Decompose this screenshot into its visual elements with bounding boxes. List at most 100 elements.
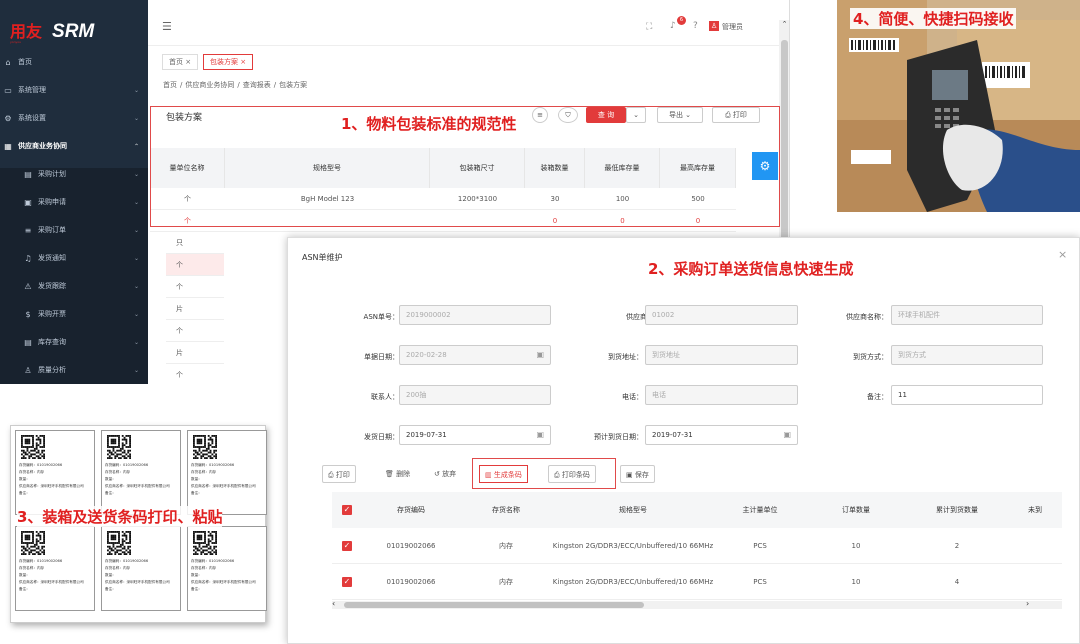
breadcrumb-item[interactable]: 包装方案 — [279, 81, 307, 89]
doc-date-field[interactable]: 2020-02-28 ▣ — [399, 345, 551, 365]
sidebar-item[interactable]: ⌂ 首页 — [0, 52, 148, 72]
contact-field[interactable]: 200抽 — [399, 385, 551, 405]
eta-value: 2019-07-31 — [652, 431, 693, 439]
tab-packaging[interactable]: 包装方案 × — [203, 54, 254, 70]
table-cell[interactable]: PCS — [714, 564, 806, 600]
avatar-icon[interactable]: ♙ — [709, 21, 719, 31]
column-header[interactable]: 存货名称 — [460, 492, 552, 528]
tab-home[interactable]: 首页 × — [162, 54, 199, 70]
sidebar-item[interactable]: ▤ 库存查询 ⌄ — [0, 332, 148, 352]
label-line: 存货名称：内存 — [19, 566, 45, 570]
user-name[interactable]: 管理员 — [722, 22, 743, 32]
contact-label: 联系人： — [371, 393, 399, 401]
doc-date-label: 单据日期： — [364, 353, 399, 361]
dest-field[interactable]: 到货地址 — [645, 345, 798, 365]
label-line: 存货名称：内存 — [191, 470, 217, 474]
nav-icon: ▦ — [4, 141, 12, 151]
asn-no-field[interactable]: 2019000002 — [399, 305, 551, 325]
column-header[interactable]: 累计到货数量 — [906, 492, 1008, 528]
sidebar-item-label: 采购计划 — [38, 170, 66, 178]
method-field[interactable]: 到货方式 — [891, 345, 1043, 365]
logo-app: SRM — [52, 21, 95, 42]
help-icon[interactable]: ? — [693, 21, 698, 31]
breadcrumb: 首页 / 供应商业务协同 / 查询报表 / 包装方案 — [163, 80, 310, 90]
sidebar-item[interactable]: ▣ 采购申请 ⌄ — [0, 192, 148, 212]
vendor-code-field[interactable]: 01002 — [645, 305, 798, 325]
ship-date-value: 2019-07-31 — [406, 431, 447, 439]
bell-icon[interactable]: ♪ — [670, 21, 676, 31]
column-header[interactable]: 存货编码 — [362, 492, 460, 528]
remark-field[interactable]: 11 — [891, 385, 1043, 405]
table-cell[interactable]: 10 — [806, 528, 906, 564]
table-cell[interactable]: 个 — [166, 254, 224, 276]
select-all-checkbox[interactable]: ✓ — [332, 492, 362, 528]
sidebar-item[interactable]: ♙ 质量分析 ⌄ — [0, 360, 148, 380]
table-cell[interactable]: 10 — [806, 564, 906, 600]
save-button[interactable]: ▣ 保存 — [620, 465, 655, 483]
breadcrumb-item[interactable]: 首页 — [163, 81, 177, 89]
column-header[interactable]: 订单数量 — [806, 492, 906, 528]
chevron-icon: ⌄ — [134, 226, 140, 234]
table-cell[interactable]: Kingston 2G/DDR3/ECC/Unbuffered/10 66MHz — [552, 564, 714, 600]
column-header[interactable]: 主计量单位 — [714, 492, 806, 528]
tabs-row: 首页 × 包装方案 × — [148, 46, 789, 76]
breadcrumb-item[interactable]: 查询报表 — [243, 81, 271, 89]
scroll-up-icon[interactable]: ⌃ — [779, 20, 789, 30]
row-checkbox[interactable]: ✓ — [332, 564, 362, 600]
sidebar-item[interactable]: ▤ 采购计划 ⌄ — [0, 164, 148, 184]
sidebar-item[interactable]: ⚙ 系统设置 ⌄ — [0, 108, 148, 128]
table-cell[interactable]: 内存 — [460, 564, 552, 600]
sidebar-item-label: 采购申请 — [38, 198, 66, 206]
column-header[interactable]: 未到 — [1008, 492, 1062, 528]
barcode-label: 存货编码：01019002066 存货名称：内存 数量： 供应商名称：深圳旺环手机配件… — [187, 430, 267, 515]
breadcrumb-item[interactable]: 供应商业务协同 — [185, 81, 234, 89]
notification-badge: 6 — [677, 16, 686, 25]
horizontal-scrollbar[interactable] — [332, 601, 1062, 609]
table-cell[interactable] — [1008, 564, 1062, 600]
vendor-name-field[interactable]: 环球手机配件 — [891, 305, 1043, 325]
delete-button[interactable]: 🗑 删除 — [385, 465, 410, 483]
table-cell[interactable]: 个 — [166, 364, 224, 384]
fullscreen-icon[interactable]: ⛶ — [646, 22, 652, 32]
scanner-photo — [837, 0, 1080, 212]
eta-label: 预计到货日期： — [594, 433, 643, 441]
nav-icon: ⚠ — [24, 281, 32, 291]
abandon-button[interactable]: ↺ 放弃 — [434, 465, 456, 483]
row-checkbox[interactable]: ✓ — [332, 528, 362, 564]
sidebar-item[interactable]: ▦ 供应商业务协同 ⌃ — [0, 136, 148, 156]
sidebar-item[interactable]: $ 采购开票 ⌄ — [0, 304, 148, 324]
label-line: 存货编码：01019002066 — [191, 463, 235, 467]
phone-field[interactable]: 电话 — [645, 385, 798, 405]
table-cell[interactable]: Kingston 2G/DDR3/ECC/Unbuffered/10 66MHz — [552, 528, 714, 564]
asn-print-button[interactable]: ⎙ 打印 — [322, 465, 356, 483]
sidebar-item[interactable]: ⚠ 发货跟踪 ⌄ — [0, 276, 148, 296]
menu-toggle-icon[interactable]: ☰ — [162, 20, 172, 33]
calendar-icon[interactable]: ▣ — [536, 426, 544, 444]
table-cell[interactable]: 01019002066 — [362, 528, 460, 564]
table-cell[interactable]: 个 — [166, 276, 224, 298]
method-label: 到货方式： — [853, 353, 888, 361]
sidebar-item[interactable]: ▭ 系统管理 ⌄ — [0, 80, 148, 100]
table-cell[interactable]: 片 — [166, 298, 224, 320]
scroll-right-icon[interactable]: › — [1026, 599, 1029, 608]
close-icon[interactable]: × — [1058, 248, 1067, 261]
table-cell[interactable]: PCS — [714, 528, 806, 564]
table-cell[interactable]: 4 — [906, 564, 1008, 600]
chevron-icon: ⌄ — [134, 310, 140, 318]
eta-field[interactable]: 2019-07-31 ▣ — [645, 425, 798, 445]
table-cell[interactable]: 内存 — [460, 528, 552, 564]
table-cell[interactable]: 只 — [166, 232, 224, 254]
calendar-icon[interactable]: ▣ — [536, 346, 544, 364]
column-header[interactable]: 规格型号 — [552, 492, 714, 528]
scroll-left-icon[interactable]: ‹ — [332, 599, 335, 608]
calendar-icon[interactable]: ▣ — [783, 426, 791, 444]
table-cell[interactable]: 个 — [166, 320, 224, 342]
chevron-icon: ⌄ — [134, 338, 140, 346]
table-cell[interactable]: 2 — [906, 528, 1008, 564]
table-cell[interactable]: 片 — [166, 342, 224, 364]
table-cell[interactable]: 01019002066 — [362, 564, 460, 600]
sidebar-item[interactable]: ≡ 采购订单 ⌄ — [0, 220, 148, 240]
ship-date-field[interactable]: 2019-07-31 ▣ — [399, 425, 551, 445]
sidebar-item[interactable]: ♫ 发货通知 ⌄ — [0, 248, 148, 268]
table-cell[interactable] — [1008, 528, 1062, 564]
